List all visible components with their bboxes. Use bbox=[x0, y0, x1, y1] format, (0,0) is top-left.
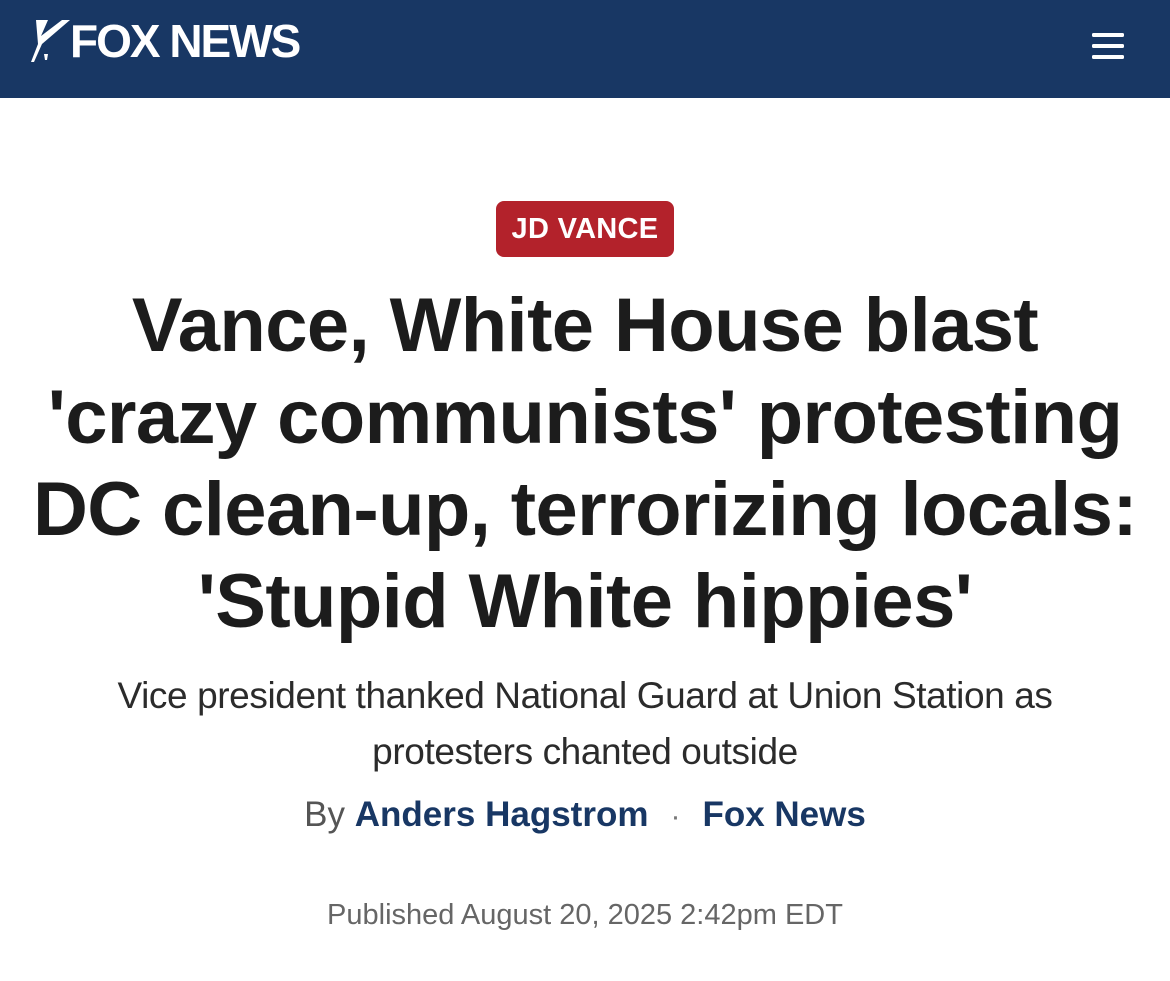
category-badge[interactable]: JD VANCE bbox=[495, 201, 675, 257]
author-link[interactable]: Anders Hagstrom bbox=[355, 795, 649, 834]
hamburger-menu-icon bbox=[1092, 33, 1124, 59]
article-headline: Vance, White House blast 'crazy communis… bbox=[32, 283, 1138, 644]
byline-separator: · bbox=[670, 800, 681, 833]
fox-news-searchlight-icon bbox=[31, 20, 70, 62]
byline: By Anders Hagstrom · Fox News bbox=[0, 790, 1170, 842]
menu-button[interactable] bbox=[1090, 28, 1126, 64]
publish-date: Published August 20, 2025 2:42pm EDT bbox=[327, 899, 843, 931]
category-container: JD VANCE bbox=[0, 201, 1170, 257]
fox-news-logo[interactable]: FOX NEWS bbox=[28, 14, 301, 68]
byline-prefix: By bbox=[304, 795, 346, 834]
source-link[interactable]: Fox News bbox=[702, 795, 865, 834]
site-header: FOX NEWS bbox=[0, 0, 1170, 98]
article-subheadline: Vice president thanked National Guard at… bbox=[117, 675, 1053, 772]
logo-wordmark: FOX NEWS bbox=[70, 15, 301, 67]
